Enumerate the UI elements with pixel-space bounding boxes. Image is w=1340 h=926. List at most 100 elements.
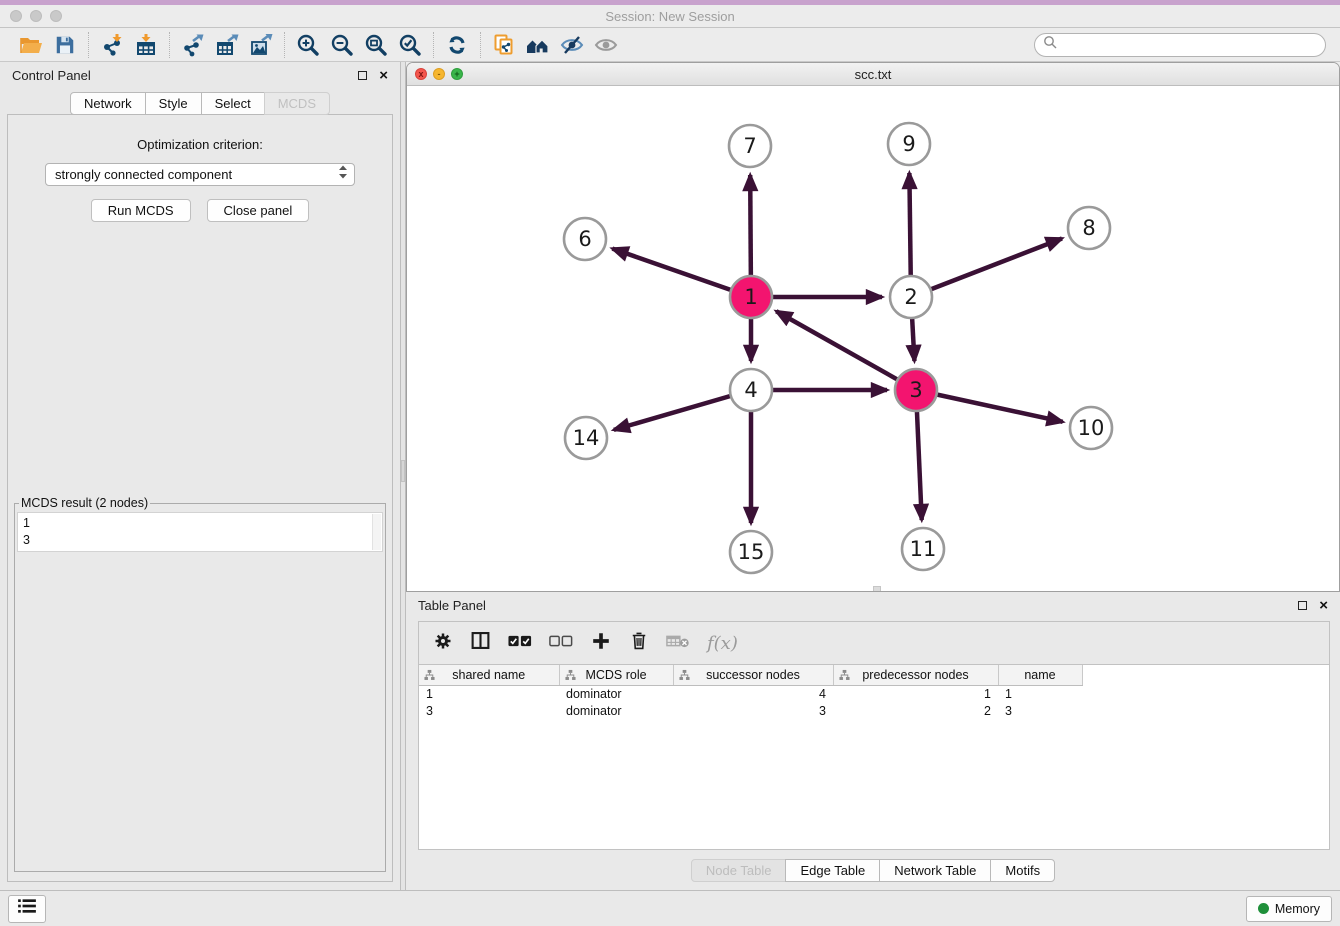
graph-node-9[interactable]: 9: [888, 123, 930, 165]
export-table-button[interactable]: [213, 31, 241, 59]
deselect-all-button[interactable]: [549, 634, 573, 653]
result-scrollbar[interactable]: [372, 514, 381, 550]
mcds-result-title: MCDS result (2 nodes): [19, 496, 150, 510]
tab-network[interactable]: Network: [70, 92, 146, 115]
close-table-panel-icon[interactable]: ×: [1319, 598, 1328, 613]
delete-column-button[interactable]: [629, 630, 649, 656]
zoom-in-button[interactable]: [294, 31, 322, 59]
application-window: Session: New Session: [0, 0, 1340, 926]
unchecked-boxes-icon: [549, 634, 573, 653]
control-panel-tabs: NetworkStyleSelectMCDS: [0, 92, 400, 115]
open-session-button[interactable]: [17, 31, 45, 59]
import-network-icon: [100, 33, 124, 57]
graph-node-3[interactable]: 3: [895, 369, 937, 411]
tab-node-table[interactable]: Node Table: [691, 859, 787, 882]
cell-shared-name[interactable]: 1: [419, 685, 559, 702]
tab-edge-table[interactable]: Edge Table: [785, 859, 880, 882]
network-window-titlebar[interactable]: x - + scc.txt: [407, 63, 1339, 86]
tab-motifs[interactable]: Motifs: [990, 859, 1055, 882]
cell-predecessor-nodes[interactable]: 1: [833, 685, 998, 702]
splitter-grip[interactable]: [401, 460, 405, 482]
column-header-mcds-role[interactable]: MCDS role: [559, 665, 673, 685]
column-header-name[interactable]: name: [998, 665, 1082, 685]
column-header-predecessor-nodes[interactable]: predecessor nodes: [833, 665, 998, 685]
graph-node-11[interactable]: 11: [902, 528, 944, 570]
graph-node-2[interactable]: 2: [890, 276, 932, 318]
main-toolbar: [0, 28, 1340, 62]
open-folder-icon: [19, 33, 43, 57]
function-builder-button: f(x): [707, 633, 738, 654]
network-canvas[interactable]: 7 9 6 8 1 2 4 3 14 10 15 11: [407, 86, 1339, 592]
float-table-panel-icon[interactable]: [1298, 601, 1307, 610]
graph-node-10[interactable]: 10: [1070, 407, 1112, 449]
close-panel-button[interactable]: Close panel: [207, 199, 310, 222]
clone-network-icon: [492, 33, 516, 57]
graph-node-1[interactable]: 1: [730, 276, 772, 318]
cell-successor-nodes[interactable]: 3: [673, 702, 833, 719]
tab-select[interactable]: Select: [201, 92, 265, 115]
cell-name[interactable]: 1: [998, 685, 1082, 702]
select-all-button[interactable]: [508, 634, 532, 653]
search-field[interactable]: [1034, 33, 1326, 57]
svg-text:14: 14: [573, 426, 600, 450]
cell-mcds-role[interactable]: dominator: [559, 685, 673, 702]
graph-edge-3-10[interactable]: [916, 390, 1063, 422]
tab-network-table[interactable]: Network Table: [879, 859, 991, 882]
delete-table-icon: [666, 632, 690, 655]
toolbar-separator: [169, 32, 170, 58]
new-network-from-selection-button[interactable]: [490, 31, 518, 59]
first-neighbors-button[interactable]: [524, 31, 552, 59]
zoom-out-button[interactable]: [328, 31, 356, 59]
graph-node-14[interactable]: 14: [565, 417, 607, 459]
cell-predecessor-nodes[interactable]: 2: [833, 702, 998, 719]
cell-successor-nodes[interactable]: 4: [673, 685, 833, 702]
show-columns-button[interactable]: [470, 630, 491, 656]
mcds-result-box: 1 3: [17, 512, 383, 552]
import-table-button[interactable]: [132, 31, 160, 59]
apply-layout-button[interactable]: [443, 31, 471, 59]
add-column-button[interactable]: [590, 630, 612, 657]
cell-mcds-role[interactable]: dominator: [559, 702, 673, 719]
column-header-successor-nodes[interactable]: successor nodes: [673, 665, 833, 685]
import-network-button[interactable]: [98, 31, 126, 59]
graph-edge-3-1[interactable]: [776, 311, 916, 390]
show-all-button[interactable]: [592, 31, 620, 59]
task-history-button[interactable]: [8, 895, 46, 923]
table-toolbar: f(x): [419, 622, 1329, 664]
zoom-fit-button[interactable]: [362, 31, 390, 59]
plus-icon: [590, 630, 612, 657]
graph-node-6[interactable]: 6: [564, 218, 606, 260]
close-panel-icon[interactable]: ×: [379, 68, 388, 83]
zoom-selected-icon: [398, 33, 422, 57]
tab-style[interactable]: Style: [145, 92, 202, 115]
cell-shared-name[interactable]: 3: [419, 702, 559, 719]
tab-mcds[interactable]: MCDS: [264, 92, 330, 115]
import-table-icon: [134, 33, 158, 57]
cell-name[interactable]: 3: [998, 702, 1082, 719]
search-input[interactable]: [1062, 38, 1317, 52]
stepper-icon: [338, 165, 348, 184]
hide-selected-button[interactable]: [558, 31, 586, 59]
zoom-selected-button[interactable]: [396, 31, 424, 59]
column-header-shared-name[interactable]: shared name: [419, 665, 559, 685]
export-image-button[interactable]: [247, 31, 275, 59]
network-window-title: scc.txt: [407, 67, 1339, 82]
table-settings-button[interactable]: [433, 631, 453, 656]
window-title: Session: New Session: [0, 9, 1340, 24]
float-panel-icon[interactable]: [358, 71, 367, 80]
memory-status-icon: [1258, 903, 1269, 914]
run-mcds-button[interactable]: Run MCDS: [91, 199, 191, 222]
graph-edge-2-8[interactable]: [911, 238, 1062, 297]
optimization-criterion-select[interactable]: strongly connected component: [45, 163, 355, 186]
graph-node-15[interactable]: 15: [730, 531, 772, 573]
eye-slash-icon: [560, 33, 584, 57]
eye-icon: [594, 33, 618, 57]
graph-node-8[interactable]: 8: [1068, 207, 1110, 249]
graph-node-4[interactable]: 4: [730, 369, 772, 411]
graph-node-7[interactable]: 7: [729, 125, 771, 167]
save-session-button[interactable]: [51, 31, 79, 59]
panel-splitter[interactable]: [400, 62, 406, 890]
memory-button[interactable]: Memory: [1246, 896, 1332, 922]
export-network-button[interactable]: [179, 31, 207, 59]
search-icon: [1043, 35, 1057, 54]
